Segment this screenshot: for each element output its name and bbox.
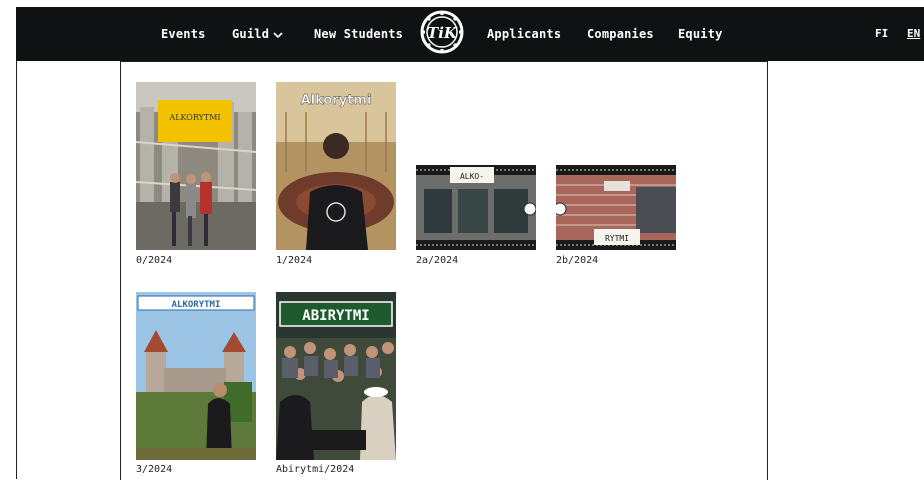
- cover-1-2024[interactable]: Alkorytmi 1/2024: [276, 82, 396, 272]
- tik-logo[interactable]: TiK: [420, 10, 464, 54]
- cover-2b-2024[interactable]: RYTMI 2b/2024: [556, 165, 676, 272]
- nav-new-students[interactable]: New Students: [314, 27, 403, 41]
- cover-2b-title: RYTMI: [605, 234, 629, 243]
- chevron-down-icon: [273, 28, 283, 42]
- cover-1-title: Alkorytmi: [301, 93, 372, 108]
- lang-en[interactable]: EN: [907, 27, 920, 40]
- cover-image: RYTMI: [556, 165, 676, 250]
- cover-3-2024[interactable]: ALKORYTMI 3/2024: [136, 292, 256, 480]
- cover-abirytmi-2024[interactable]: ABIRYTMI Abirytmi/2024: [276, 292, 396, 480]
- nav-events[interactable]: Events: [161, 27, 206, 41]
- cover-label: 2b/2024: [556, 255, 599, 266]
- nav-applicants[interactable]: Applicants: [487, 27, 561, 41]
- cover-0-2024[interactable]: ALKORYTMI 0/2024: [136, 82, 256, 272]
- cover-2a-2024[interactable]: ALKO- 2a/2024: [416, 165, 536, 272]
- nav-guild-label: Guild: [232, 27, 270, 41]
- cover-label: Abirytmi/2024: [276, 464, 355, 475]
- page-frame: [16, 61, 17, 479]
- top-navbar: Events Guild New Students TiK Applicants…: [16, 7, 924, 61]
- cover-3-title: ALKORYTMI: [172, 300, 221, 310]
- logo-text: TiK: [427, 24, 458, 42]
- nav-guild[interactable]: Guild: [232, 27, 283, 42]
- lang-fi[interactable]: FI: [875, 27, 888, 40]
- cover-image: ALKO-: [416, 165, 536, 250]
- cover-label: 1/2024: [276, 255, 313, 266]
- cover-2a-title-text: ALKO-: [460, 172, 484, 181]
- cover-label: 2a/2024: [416, 255, 459, 266]
- cover-image: ABIRYTMI: [276, 292, 396, 460]
- cover-image: Alkorytmi: [276, 82, 396, 250]
- cover-label: 0/2024: [136, 255, 173, 266]
- nav-companies[interactable]: Companies: [587, 27, 654, 41]
- nav-equity[interactable]: Equity: [678, 27, 723, 41]
- cover-label: 3/2024: [136, 464, 173, 475]
- cover-image: ALKORYTMI: [136, 82, 256, 250]
- cover-0-title: ALKORYTMI: [168, 113, 220, 122]
- cover-image: ALKORYTMI: [136, 292, 256, 460]
- cover-abirytmi-title: ABIRYTMI: [302, 308, 369, 324]
- magazine-grid: ALKORYTMI 0/2024 Alkorytmi 1/2024 ALKO- …: [120, 61, 768, 480]
